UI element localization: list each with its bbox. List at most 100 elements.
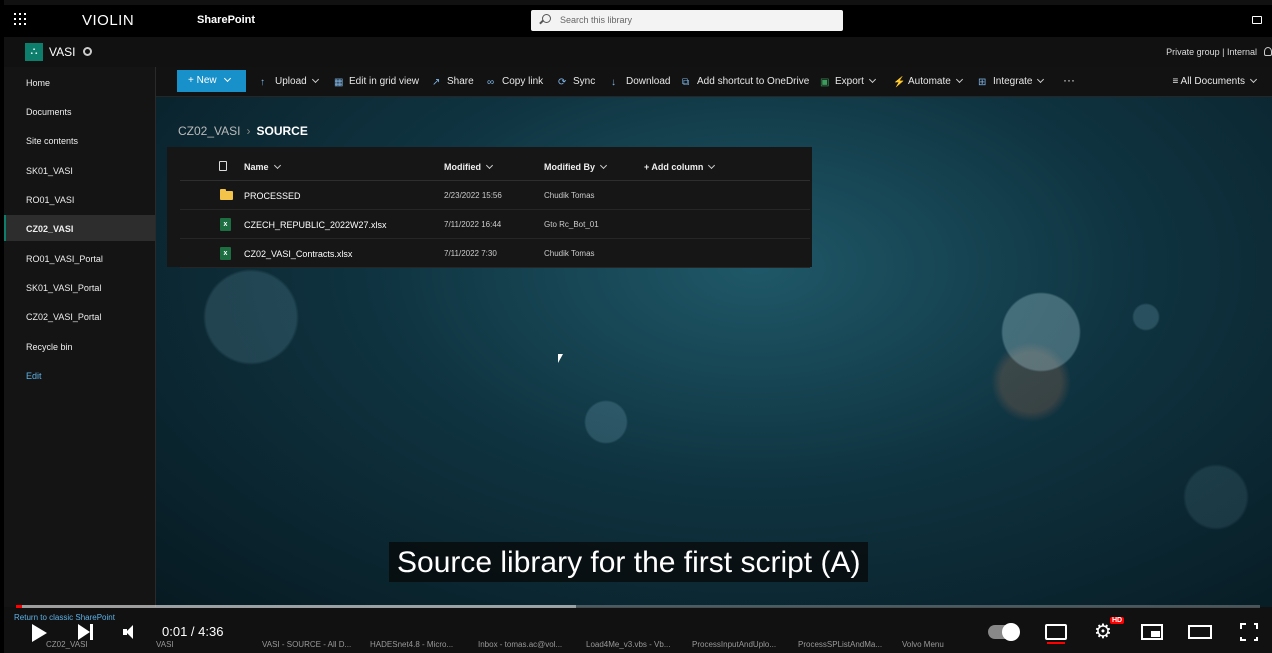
played-bar xyxy=(16,605,23,608)
copy-link-label: Copy link xyxy=(502,76,544,87)
share-button[interactable]: ↗ Share xyxy=(432,76,474,88)
nav-item-site-contents[interactable]: Site contents xyxy=(4,127,155,153)
taskbar-item[interactable]: HADESnet4.8 - Micro... xyxy=(370,640,453,649)
feedback-icon[interactable] xyxy=(1252,16,1262,24)
download-button[interactable]: ↓ Download xyxy=(611,76,670,88)
chevron-down-icon xyxy=(485,161,494,170)
download-icon: ↓ xyxy=(611,77,616,88)
members-icon[interactable] xyxy=(1264,47,1272,56)
nav-item-cz02-vasi-portal[interactable]: CZ02_VASI_Portal xyxy=(4,303,155,329)
app-launcher-icon[interactable] xyxy=(14,13,26,25)
add-column-label: + Add column xyxy=(644,162,704,172)
nav-item-home[interactable]: Home xyxy=(4,69,155,95)
nav-edit-link[interactable]: Edit xyxy=(4,362,155,388)
chevron-down-icon xyxy=(708,161,716,170)
file-name[interactable]: CZ02_VASI_Contracts.xlsx xyxy=(244,249,352,259)
taskbar-item[interactable]: VASI xyxy=(156,640,174,649)
site-logo[interactable]: ⛬ xyxy=(25,43,43,61)
upload-icon: ↑ xyxy=(260,77,265,88)
nav-item-ro01-vasi-portal[interactable]: RO01_VASI_Portal xyxy=(4,245,155,271)
new-button[interactable]: + New xyxy=(177,70,246,92)
main-content: + New ↑ Upload ▦ Edit in grid view ↗ Share … xyxy=(156,67,1272,607)
autoplay-toggle[interactable] xyxy=(988,623,1020,641)
chevron-down-icon xyxy=(311,75,319,84)
taskbar: CZ02_VASI VASI VASI - SOURCE - All D... … xyxy=(4,639,1272,653)
taskbar-item[interactable]: ProcessSPListAndMa... xyxy=(798,640,882,649)
export-label: Export xyxy=(835,76,864,87)
add-shortcut-label: Add shortcut to OneDrive xyxy=(697,76,810,87)
excel-file-icon: x xyxy=(220,247,231,260)
export-button[interactable]: ▣ Export xyxy=(820,75,876,88)
excel-file-icon: x xyxy=(220,218,231,231)
file-modified-by: Gto Rc_Bot_01 xyxy=(544,220,599,229)
file-modified: 2/23/2022 15:56 xyxy=(444,191,502,200)
column-header-modified[interactable]: Modified xyxy=(444,161,494,172)
nav-item-cz02-vasi[interactable]: CZ02_VASI xyxy=(4,215,155,241)
volume-icon[interactable] xyxy=(123,625,139,639)
privacy-label: Private group | Internal xyxy=(1166,47,1257,57)
search-input[interactable]: Search this library xyxy=(531,10,843,31)
file-name[interactable]: PROCESSED xyxy=(244,191,301,201)
folder-icon xyxy=(220,189,233,200)
share-icon: ↗ xyxy=(432,77,441,88)
chevron-down-icon xyxy=(599,161,608,170)
command-bar: + New ↑ Upload ▦ Edit in grid view ↗ Share … xyxy=(156,67,1272,97)
add-column-button[interactable]: + Add column xyxy=(644,161,716,172)
list-icon: ≡ xyxy=(1172,76,1179,87)
site-settings-icon[interactable] xyxy=(83,47,92,56)
chevron-down-icon xyxy=(955,75,963,84)
nav-item-documents[interactable]: Documents xyxy=(4,98,155,124)
file-modified: 7/11/2022 16:44 xyxy=(444,220,502,229)
suite-bar: VIOLIN SharePoint Search this library xyxy=(4,5,1272,37)
column-header-name[interactable]: Name xyxy=(244,161,281,172)
automate-button[interactable]: ⚡ Automate xyxy=(893,75,963,88)
shortcut-icon: ⧉ xyxy=(682,77,690,88)
view-switcher[interactable]: ≡ All Documents xyxy=(1172,75,1258,87)
nav-item-recycle-bin[interactable]: Recycle bin xyxy=(4,333,155,359)
captions-icon[interactable] xyxy=(1045,624,1067,644)
taskbar-item[interactable]: Volvo Menu xyxy=(902,640,944,649)
share-label: Share xyxy=(447,76,474,87)
miniplayer-icon[interactable] xyxy=(1141,624,1163,640)
app-name[interactable]: SharePoint xyxy=(197,14,255,26)
more-options-button[interactable]: ··· xyxy=(1063,73,1075,87)
search-icon xyxy=(542,14,551,23)
chevron-down-icon xyxy=(1249,75,1258,84)
taskbar-item[interactable]: ProcessInputAndUplo... xyxy=(692,640,776,649)
taskbar-item[interactable]: VASI - SOURCE - All D... xyxy=(262,640,351,649)
file-type-icon[interactable] xyxy=(219,161,227,171)
automate-label: Automate xyxy=(908,76,951,87)
next-icon[interactable] xyxy=(78,624,93,640)
upload-button[interactable]: ↑ Upload xyxy=(260,75,319,88)
view-label: All Documents xyxy=(1180,76,1245,87)
table-row[interactable]: x CZECH_REPUBLIC_2022W27.xlsx 7/11/2022 … xyxy=(180,210,810,239)
table-row[interactable]: PROCESSED 2/23/2022 15:56 Chudik Tomas xyxy=(180,181,810,210)
grid-view-button[interactable]: ▦ Edit in grid view xyxy=(334,76,419,88)
integrate-button[interactable]: ⊞ Integrate xyxy=(978,75,1045,88)
taskbar-item[interactable]: Load4Me_v3.vbs - Vb... xyxy=(586,640,671,649)
copy-link-button[interactable]: ∞ Copy link xyxy=(487,76,544,88)
site-header: ⛬ VASI Private group | Internal xyxy=(4,37,1272,67)
taskbar-item[interactable]: Inbox - tomas.ac@vol... xyxy=(478,640,562,649)
taskbar-item[interactable]: CZ02_VASI xyxy=(46,640,88,649)
nav-item-sk01-vasi[interactable]: SK01_VASI xyxy=(4,157,155,183)
video-progress-bar[interactable] xyxy=(16,605,1260,608)
link-icon: ∞ xyxy=(487,77,495,88)
new-button-label: New xyxy=(196,75,217,86)
breadcrumb-parent[interactable]: CZ02_VASI xyxy=(178,124,240,138)
theater-mode-icon[interactable] xyxy=(1188,625,1212,639)
mouse-cursor-icon xyxy=(558,354,563,363)
nav-item-sk01-vasi-portal[interactable]: SK01_VASI_Portal xyxy=(4,274,155,300)
file-modified-by: Chudik Tomas xyxy=(544,249,595,258)
plus-icon: + xyxy=(188,75,194,86)
file-modified-by: Chudik Tomas xyxy=(544,191,595,200)
column-name-label: Name xyxy=(244,162,269,172)
file-name[interactable]: CZECH_REPUBLIC_2022W27.xlsx xyxy=(244,220,387,230)
column-header-modified-by[interactable]: Modified By xyxy=(544,161,608,172)
org-brand[interactable]: VIOLIN xyxy=(82,12,134,29)
table-row[interactable]: x CZ02_VASI_Contracts.xlsx 7/11/2022 7:3… xyxy=(180,239,810,268)
add-shortcut-button[interactable]: ⧉ Add shortcut to OneDrive xyxy=(682,76,810,88)
nav-item-ro01-vasi[interactable]: RO01_VASI xyxy=(4,186,155,212)
sync-button[interactable]: ⟳ Sync xyxy=(558,76,595,88)
site-name[interactable]: VASI xyxy=(49,45,75,59)
